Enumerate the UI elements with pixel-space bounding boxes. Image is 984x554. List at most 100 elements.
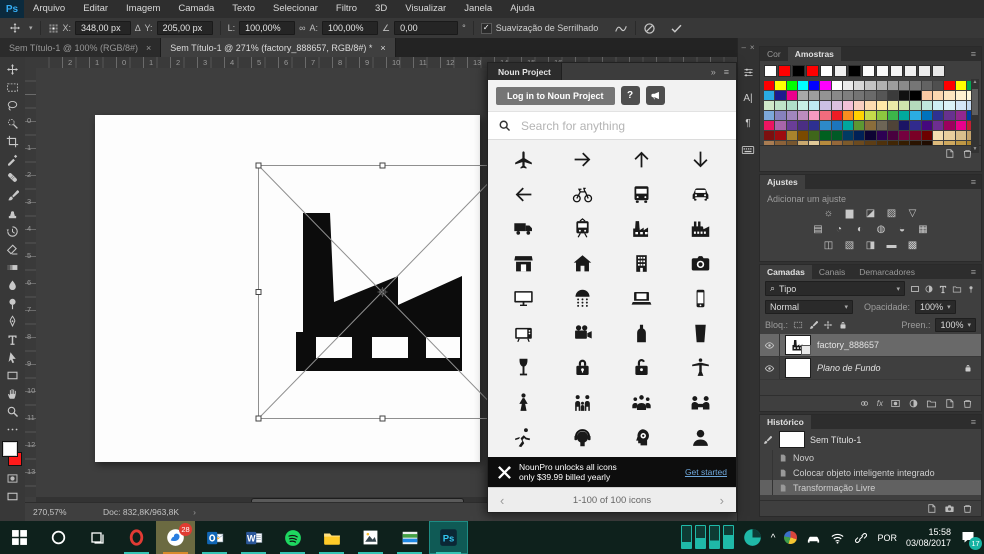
adjustment-color-lookup-icon[interactable]: ▦: [915, 223, 931, 236]
noun-icon-dancer[interactable]: [494, 386, 553, 420]
panel-menu-icon[interactable]: ≡: [971, 49, 981, 59]
color-swatch[interactable]: [809, 111, 820, 120]
noun-icon-arrow-down[interactable]: [671, 142, 730, 176]
panel-menu-icon[interactable]: ≡: [971, 267, 981, 277]
adjustment-brightness-contrast-icon[interactable]: ☼: [821, 207, 837, 220]
color-swatch[interactable]: [764, 111, 775, 120]
add-adjustment-button[interactable]: [908, 398, 919, 409]
new-document-from-state-button[interactable]: [926, 503, 937, 514]
tray-antivirus-icon[interactable]: [784, 531, 798, 544]
color-swatch[interactable]: [921, 111, 932, 120]
color-swatch[interactable]: [944, 141, 955, 145]
color-swatch[interactable]: [921, 101, 932, 110]
adjustment-black-white-icon[interactable]: ◐: [852, 223, 868, 236]
history-source-checkbox[interactable]: [760, 450, 773, 465]
opacity-input[interactable]: 100% ▾: [915, 300, 956, 314]
tool-preset-caret-icon[interactable]: ▾: [29, 24, 33, 32]
color-swatch[interactable]: [910, 121, 921, 130]
color-swatch[interactable]: [899, 81, 910, 90]
taskbar-outlook[interactable]: [195, 521, 234, 554]
color-swatch[interactable]: [944, 131, 955, 140]
history-source-checkbox[interactable]: [760, 480, 773, 495]
recent-swatch[interactable]: [792, 65, 805, 77]
noun-icon-unlock[interactable]: [612, 351, 671, 385]
color-swatch[interactable]: [786, 101, 797, 110]
color-swatch[interactable]: [764, 91, 775, 100]
swatch-scrollbar[interactable]: ▲ ▼: [971, 79, 979, 153]
tab-demarcadores[interactable]: Demarcadores: [852, 265, 922, 279]
noun-icon-bus[interactable]: [612, 177, 671, 211]
taskbar-pictures[interactable]: [390, 521, 429, 554]
color-swatch[interactable]: [820, 101, 831, 110]
color-swatch[interactable]: [899, 111, 910, 120]
menu-camada[interactable]: Camada: [169, 0, 223, 18]
tool-pen[interactable]: [2, 312, 23, 330]
tab-historico[interactable]: Histórico: [760, 415, 811, 429]
noun-icon-tv[interactable]: [494, 316, 553, 350]
get-started-link[interactable]: Get started: [685, 467, 727, 477]
color-swatch[interactable]: [786, 131, 797, 140]
menu-janela[interactable]: Janela: [455, 0, 501, 18]
history-snapshot[interactable]: Sem Título-1: [760, 429, 981, 450]
new-snapshot-button[interactable]: [944, 503, 955, 514]
fill-input[interactable]: 100% ▾: [935, 318, 976, 332]
color-swatch[interactable]: [842, 91, 854, 100]
close-tab-icon[interactable]: ×: [380, 43, 385, 53]
color-swatch[interactable]: [764, 121, 775, 130]
color-swatch[interactable]: [876, 111, 887, 120]
recent-swatch[interactable]: [778, 65, 791, 77]
noun-icon-home[interactable]: [553, 247, 612, 281]
history-brush-source-icon[interactable]: [760, 435, 774, 445]
color-swatch[interactable]: [775, 121, 786, 130]
color-swatch[interactable]: [854, 101, 865, 110]
document-tab-1[interactable]: Sem Título-1 @ 271% (factory_888657, RGB…: [161, 38, 396, 57]
taskbar-start[interactable]: [0, 521, 39, 554]
layer-style-button[interactable]: fx: [877, 399, 883, 408]
color-swatch[interactable]: [764, 131, 775, 140]
color-swatch[interactable]: [764, 81, 775, 90]
color-swatch[interactable]: [764, 141, 775, 145]
noun-icon-shower[interactable]: [553, 281, 612, 315]
taskbar-photoshop[interactable]: Ps: [429, 521, 468, 554]
history-state[interactable]: Transformação Livre: [760, 480, 981, 495]
tool-quick-select[interactable]: [2, 114, 23, 132]
color-swatch[interactable]: [775, 141, 786, 145]
color-swatch[interactable]: [831, 141, 842, 145]
taskbar-explorer[interactable]: [312, 521, 351, 554]
tool-zoom-tool[interactable]: [2, 402, 23, 420]
color-swatch[interactable]: [775, 81, 786, 90]
tool-ellipsis[interactable]: [2, 420, 23, 438]
color-swatch[interactable]: [876, 141, 887, 145]
noun-icon-car[interactable]: [671, 177, 730, 211]
color-swatch[interactable]: [955, 101, 966, 110]
noun-panel-tab[interactable]: Noun Project: [488, 63, 562, 80]
new-layer-button[interactable]: [944, 398, 955, 409]
color-swatch[interactable]: [887, 141, 899, 145]
color-swatch[interactable]: [865, 141, 876, 145]
screen-mode-button[interactable]: [2, 487, 23, 505]
noun-icon-building[interactable]: [612, 247, 671, 281]
warp-mode-icon[interactable]: [614, 21, 628, 35]
y-input[interactable]: 205,00 px: [156, 21, 213, 35]
taskbar-task-view[interactable]: [78, 521, 117, 554]
history-state[interactable]: Colocar objeto inteligente integrado: [760, 465, 981, 480]
layer-visibility-toggle[interactable]: [760, 334, 780, 356]
color-swatch[interactable]: [809, 91, 820, 100]
noun-icon-wine-glass[interactable]: [494, 351, 553, 385]
recent-swatch[interactable]: [820, 65, 833, 77]
color-swatch[interactable]: [797, 101, 809, 110]
adjustment-gradient-map-icon[interactable]: ▬: [884, 239, 900, 252]
add-mask-button[interactable]: [890, 398, 901, 409]
color-swatch[interactable]: [876, 81, 887, 90]
close-icon[interactable]: ×: [750, 43, 755, 52]
color-swatch[interactable]: [876, 131, 887, 140]
link-layers-button[interactable]: [859, 398, 870, 409]
color-swatch[interactable]: [775, 111, 786, 120]
width-input[interactable]: 100,00%: [239, 21, 296, 35]
color-swatch[interactable]: [899, 141, 910, 145]
tool-gradient[interactable]: [2, 258, 23, 276]
color-swatch[interactable]: [786, 141, 797, 145]
color-swatch[interactable]: [797, 131, 809, 140]
antialias-checkbox[interactable]: ✓: [480, 22, 492, 34]
noun-icon-bottle[interactable]: [612, 316, 671, 350]
